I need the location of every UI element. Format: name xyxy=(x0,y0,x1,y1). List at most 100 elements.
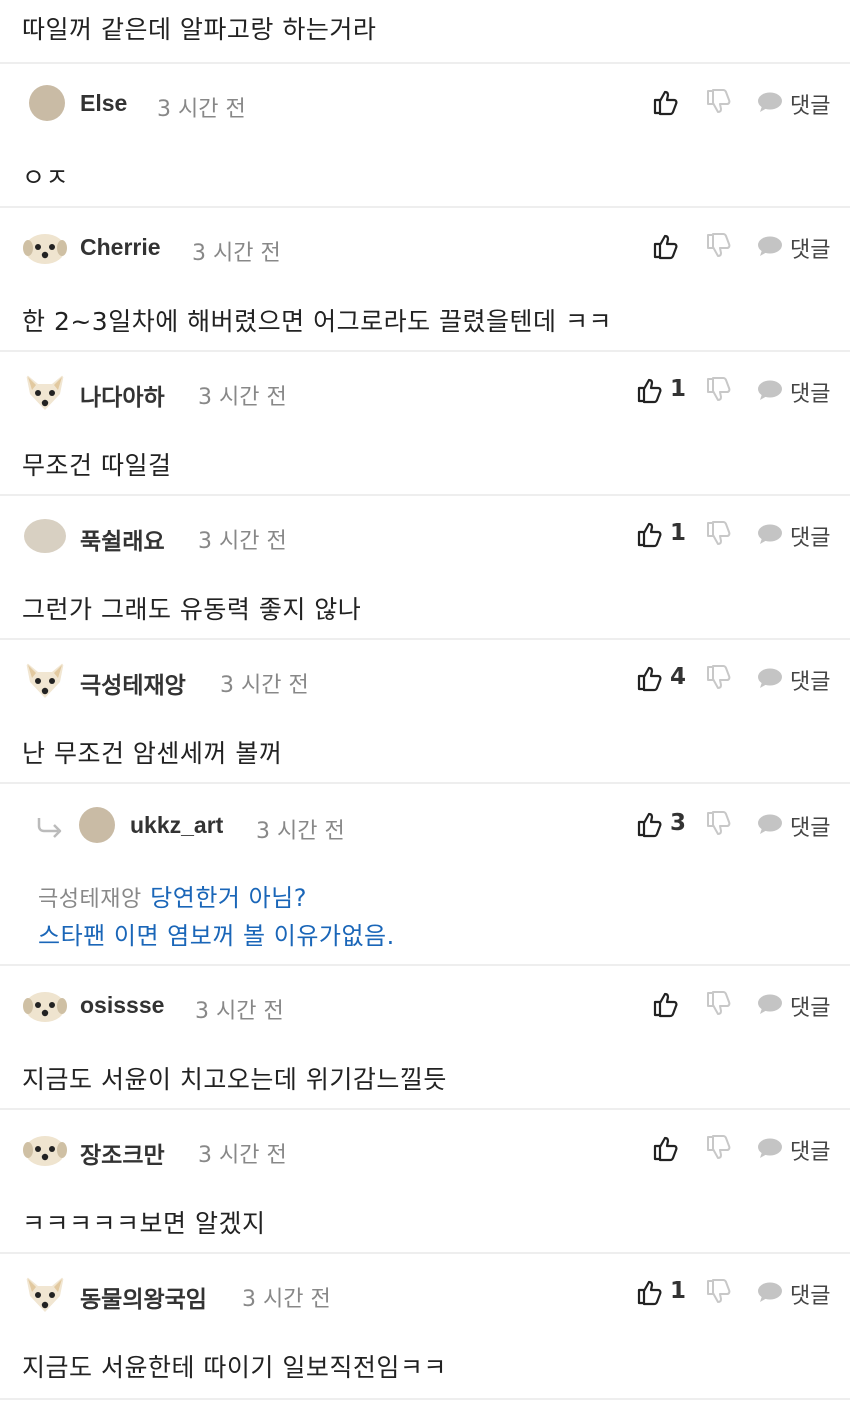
speech-bubble-icon[interactable] xyxy=(756,1278,784,1306)
speech-bubble-icon[interactable] xyxy=(756,990,784,1018)
avatar-image xyxy=(74,802,120,848)
comment-time: 3 시간 전 xyxy=(220,673,309,698)
avatar-image xyxy=(22,1270,68,1316)
comment-header: osissse 3 시간 전 댓글 xyxy=(0,972,850,1032)
comment-item: osissse 3 시간 전 댓글 지금도 서윤이 치고오는데 위기감느낄듯 xyxy=(0,972,850,1108)
avatar-image xyxy=(22,656,68,702)
thumbs-down-icon[interactable] xyxy=(705,990,733,1018)
like-count: 1 xyxy=(670,376,687,402)
like-count: 1 xyxy=(670,1278,687,1304)
avatar-image xyxy=(22,224,68,270)
reply-button[interactable]: 댓글 xyxy=(790,520,830,552)
thumbs-down-icon[interactable] xyxy=(705,1134,733,1162)
comment-text: 무조건 따일걸 xyxy=(22,451,172,480)
comment-item: Cherrie 3 시간 전 댓글 한 2~3일차에 해버렸으면 어그로라도 끌… xyxy=(0,214,850,350)
avatar[interactable] xyxy=(22,656,68,702)
avatar[interactable] xyxy=(22,224,68,270)
comment-author[interactable]: osissse xyxy=(80,992,164,1019)
reply-text: 당연한거 아님? xyxy=(150,884,308,912)
comment-header: ukkz_art 3 시간 전 3 댓글 xyxy=(0,792,850,852)
avatar[interactable] xyxy=(22,1126,68,1172)
comment-author[interactable]: Else xyxy=(80,90,127,117)
divider xyxy=(0,206,850,208)
comment-item: 푹쉴래요 3 시간 전 1 댓글 그런가 그래도 유동력 좋지 않나 xyxy=(0,502,850,638)
comment-text: ㅇㅈ xyxy=(22,163,70,192)
speech-bubble-icon[interactable] xyxy=(756,232,784,260)
divider xyxy=(0,964,850,966)
comment-time: 3 시간 전 xyxy=(256,819,345,844)
avatar[interactable] xyxy=(22,982,68,1028)
avatar[interactable] xyxy=(22,1270,68,1316)
reply-button[interactable]: 댓글 xyxy=(790,810,830,842)
comment-header: Else 3 시간 전 댓글 xyxy=(0,70,850,130)
comment-header: 나다아하 3 시간 전 1 댓글 xyxy=(0,358,850,418)
speech-bubble-icon[interactable] xyxy=(756,88,784,116)
comment-author[interactable]: 푹쉴래요 xyxy=(80,522,165,556)
reply-mention[interactable]: 극성테재앙 xyxy=(38,887,142,912)
thumbs-down-icon[interactable] xyxy=(705,88,733,116)
comment-time: 3 시간 전 xyxy=(192,241,281,266)
thumbs-up-icon[interactable] xyxy=(636,520,664,548)
reply-button[interactable]: 댓글 xyxy=(790,232,830,264)
comment-author[interactable]: 동물의왕국임 xyxy=(80,1280,207,1314)
comment-time: 3 시간 전 xyxy=(195,999,284,1024)
comment-text: 그런가 그래도 유동력 좋지 않나 xyxy=(22,595,362,624)
thumbs-up-icon[interactable] xyxy=(636,1278,664,1306)
comment-text: ㅋㅋㅋㅋㅋ보면 알겠지 xyxy=(22,1209,266,1238)
reply-button[interactable]: 댓글 xyxy=(790,664,830,696)
reply-button[interactable]: 댓글 xyxy=(790,1278,830,1310)
comment-header: 동물의왕국임 3 시간 전 1 댓글 xyxy=(0,1260,850,1320)
comment-time: 3 시간 전 xyxy=(157,97,246,122)
avatar[interactable] xyxy=(22,368,68,414)
reply-text-line: 극성테재앙 당연한거 아님? xyxy=(38,878,307,913)
reply-button[interactable]: 댓글 xyxy=(790,990,830,1022)
comment-text: 난 무조건 암센세꺼 볼꺼 xyxy=(22,739,283,768)
comment-header: 장조크만 3 시간 전 댓글 xyxy=(0,1116,850,1176)
comment-author[interactable]: 나다아하 xyxy=(80,378,165,412)
comment-author[interactable]: 극성테재앙 xyxy=(80,666,186,700)
divider xyxy=(0,1108,850,1110)
like-count: 3 xyxy=(670,810,687,836)
avatar-image xyxy=(22,368,68,414)
avatar[interactable] xyxy=(24,80,70,126)
reply-arrow-icon xyxy=(36,816,64,838)
reply-text-line: 스타팬 이면 염보꺼 볼 이유가없음. xyxy=(38,916,395,951)
divider xyxy=(0,1398,850,1400)
thumbs-up-icon[interactable] xyxy=(636,664,664,692)
like-count: 1 xyxy=(670,520,687,546)
speech-bubble-icon[interactable] xyxy=(756,376,784,404)
thumbs-down-icon[interactable] xyxy=(705,1278,733,1306)
thumbs-down-icon[interactable] xyxy=(705,520,733,548)
comment-author[interactable]: Cherrie xyxy=(80,234,161,261)
comment-item: 극성테재앙 3 시간 전 4 댓글 난 무조건 암센세꺼 볼꺼 xyxy=(0,646,850,782)
avatar-image xyxy=(22,982,68,1028)
comment-author[interactable]: 장조크만 xyxy=(80,1136,165,1170)
speech-bubble-icon[interactable] xyxy=(756,810,784,838)
comment-time: 3 시간 전 xyxy=(198,385,287,410)
thumbs-down-icon[interactable] xyxy=(705,232,733,260)
avatar[interactable] xyxy=(22,512,68,558)
reply-button[interactable]: 댓글 xyxy=(790,376,830,408)
reply-button[interactable]: 댓글 xyxy=(790,88,830,120)
avatar[interactable] xyxy=(74,802,120,848)
thumbs-down-icon[interactable] xyxy=(705,664,733,692)
comment-author[interactable]: ukkz_art xyxy=(130,812,223,839)
thumbs-up-icon[interactable] xyxy=(636,810,664,838)
reply-button[interactable]: 댓글 xyxy=(790,1134,830,1166)
speech-bubble-icon[interactable] xyxy=(756,1134,784,1162)
comment-item: 동물의왕국임 3 시간 전 1 댓글 지금도 서윤한테 따이기 일보직전임ㅋㅋ xyxy=(0,1260,850,1400)
avatar-image xyxy=(22,1126,68,1172)
thumbs-up-icon[interactable] xyxy=(652,88,680,116)
thumbs-down-icon[interactable] xyxy=(705,376,733,404)
comment-text: 지금도 서윤한테 따이기 일보직전임ㅋㅋ xyxy=(22,1353,447,1382)
thumbs-up-icon[interactable] xyxy=(652,232,680,260)
avatar-image xyxy=(22,512,68,558)
comment-time: 3 시간 전 xyxy=(198,1143,287,1168)
thumbs-down-icon[interactable] xyxy=(705,810,733,838)
speech-bubble-icon[interactable] xyxy=(756,520,784,548)
thumbs-up-icon[interactable] xyxy=(652,990,680,1018)
comment-header: 극성테재앙 3 시간 전 4 댓글 xyxy=(0,646,850,706)
thumbs-up-icon[interactable] xyxy=(652,1134,680,1162)
thumbs-up-icon[interactable] xyxy=(636,376,664,404)
speech-bubble-icon[interactable] xyxy=(756,664,784,692)
